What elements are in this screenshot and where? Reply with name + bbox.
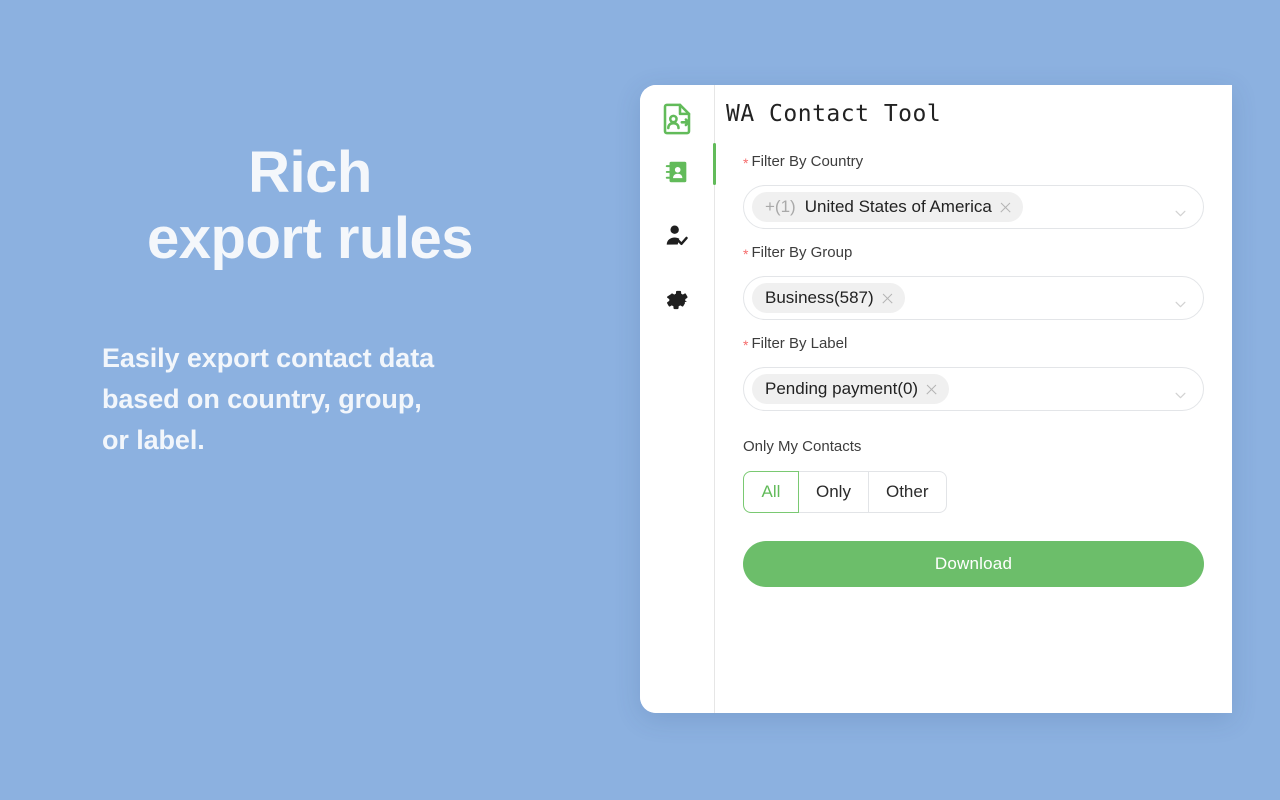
required-asterisk: * <box>743 246 749 262</box>
tag-label-text: Pending payment(0) <box>765 379 919 398</box>
only-my-contacts-group: Only My Contacts All Only Other <box>715 437 1232 513</box>
field-filter-by-group: * Filter By Group Business(587) <box>715 242 1232 320</box>
screenshot-root: Rich export rules Easily export contact … <box>0 0 1280 800</box>
only-my-contacts-segmented-control: All Only Other <box>743 471 947 513</box>
contact-book-icon <box>663 158 691 186</box>
close-icon[interactable] <box>999 201 1012 214</box>
sidebar-items <box>640 140 714 332</box>
promo-subtext-line-1: Easily export contact data <box>102 343 435 373</box>
field-label-group: * Filter By Group <box>743 242 1204 263</box>
promo-subtext: Easily export contact data based on coun… <box>102 338 602 461</box>
sidebar-item-verified-contacts[interactable] <box>640 204 714 268</box>
segment-only[interactable]: Only <box>799 471 869 513</box>
app-title: WA Contact Tool <box>726 101 942 127</box>
chevron-down-icon[interactable] <box>1175 295 1186 308</box>
tag-country-prefix: +(1) <box>765 197 796 216</box>
tag-group: Business(587) <box>752 283 905 313</box>
required-asterisk: * <box>743 337 749 353</box>
field-label-label: * Filter By Label <box>743 333 1204 354</box>
select-country[interactable]: +(1) United States of America <box>743 185 1204 229</box>
close-icon[interactable] <box>881 292 894 305</box>
segment-other[interactable]: Other <box>868 471 947 513</box>
close-icon[interactable] <box>925 383 938 396</box>
field-filter-by-label: * Filter By Label Pending payment(0) <box>715 333 1232 411</box>
sidebar-rail <box>640 85 714 713</box>
field-label-country: * Filter By Country <box>743 151 1204 172</box>
tag-country: +(1) United States of America <box>752 192 1023 222</box>
app-content: WA Contact Tool * Filter By Country +(1) … <box>715 85 1232 713</box>
chevron-down-icon[interactable] <box>1175 386 1186 399</box>
promo-panel: Rich export rules Easily export contact … <box>0 0 620 800</box>
download-area: Download <box>715 541 1232 587</box>
app-logo-icon <box>659 101 695 137</box>
field-filter-by-country: * Filter By Country +(1) United States of… <box>715 151 1232 229</box>
app-card: WA Contact Tool * Filter By Country +(1) … <box>640 85 1232 713</box>
promo-headline: Rich export rules <box>0 140 620 271</box>
field-label-label-text: Filter By Label <box>751 335 848 352</box>
sidebar-item-settings[interactable] <box>640 268 714 332</box>
tag-country-text: United States of America <box>804 197 992 216</box>
tag-group-text: Business(587) <box>765 288 874 307</box>
select-label[interactable]: Pending payment(0) <box>743 367 1204 411</box>
promo-headline-line-2: export rules <box>147 205 474 271</box>
promo-headline-line-1: Rich <box>248 140 372 205</box>
user-check-icon <box>663 222 691 250</box>
only-my-contacts-label: Only My Contacts <box>743 438 862 455</box>
export-filter-form: * Filter By Country +(1) United States of… <box>715 151 1232 587</box>
sidebar-item-contacts[interactable] <box>640 140 714 204</box>
download-button[interactable]: Download <box>743 541 1204 587</box>
select-group[interactable]: Business(587) <box>743 276 1204 320</box>
field-label-group-text: Filter By Group <box>751 244 853 261</box>
promo-subtext-line-3: or label. <box>102 425 205 456</box>
required-asterisk: * <box>743 155 749 171</box>
field-label-country-text: Filter By Country <box>751 153 864 170</box>
segment-all[interactable]: All <box>743 471 799 513</box>
tag-label: Pending payment(0) <box>752 374 950 404</box>
chevron-down-icon[interactable] <box>1175 204 1186 217</box>
promo-subtext-line-2: based on country, group, <box>102 384 422 415</box>
gear-icon <box>663 286 691 314</box>
